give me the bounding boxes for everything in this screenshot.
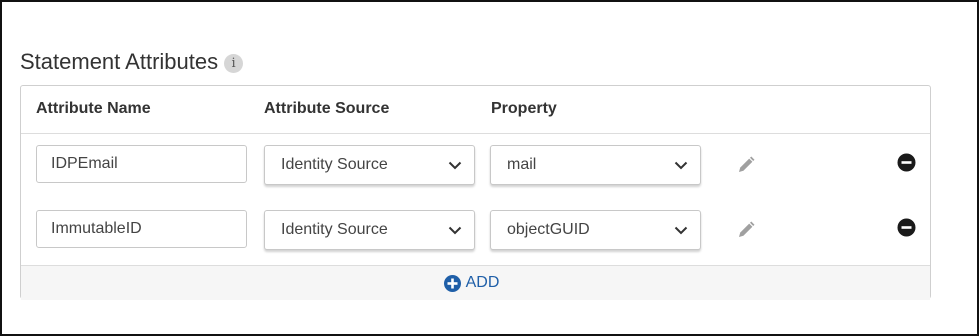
minus-circle-icon[interactable] (897, 153, 916, 172)
attribute-source-select[interactable]: Identity Source (264, 210, 475, 250)
plus-circle-icon (443, 274, 461, 292)
table-header: Attribute Name Attribute Source Property (21, 86, 930, 134)
header-attribute-name: Attribute Name (36, 100, 151, 117)
property-value: mail (507, 156, 537, 173)
attribute-name-input[interactable] (36, 210, 247, 248)
attribute-source-select[interactable]: Identity Source (264, 145, 475, 185)
chevron-down-icon (444, 219, 466, 241)
attribute-source-value: Identity Source (281, 156, 388, 173)
attributes-panel: Attribute Name Attribute Source Property… (20, 85, 931, 300)
attribute-source-value: Identity Source (281, 221, 388, 238)
minus-circle-icon[interactable] (897, 218, 916, 237)
table-row: Identity Source objectGUID (21, 210, 930, 254)
pencil-icon[interactable] (736, 220, 756, 240)
table-footer: ADD (21, 265, 930, 300)
add-attribute-button[interactable]: ADD (443, 274, 500, 292)
add-label: ADD (465, 274, 500, 291)
chevron-down-icon (670, 219, 692, 241)
table-row: Identity Source mail (21, 145, 930, 189)
chevron-down-icon (670, 154, 692, 176)
property-select[interactable]: objectGUID (490, 210, 701, 250)
info-icon[interactable]: i (224, 54, 244, 73)
header-attribute-source: Attribute Source (264, 100, 390, 117)
attribute-name-input[interactable] (36, 145, 247, 183)
window-frame: Statement Attributes i Attribute Name At… (0, 0, 979, 336)
section-title: Statement Attributes (20, 49, 219, 74)
chevron-down-icon (444, 154, 466, 176)
property-value: objectGUID (507, 221, 590, 238)
pencil-icon[interactable] (736, 155, 756, 175)
section-header: Statement Attributes i (20, 48, 244, 76)
property-select[interactable]: mail (490, 145, 701, 185)
header-property: Property (491, 100, 557, 117)
